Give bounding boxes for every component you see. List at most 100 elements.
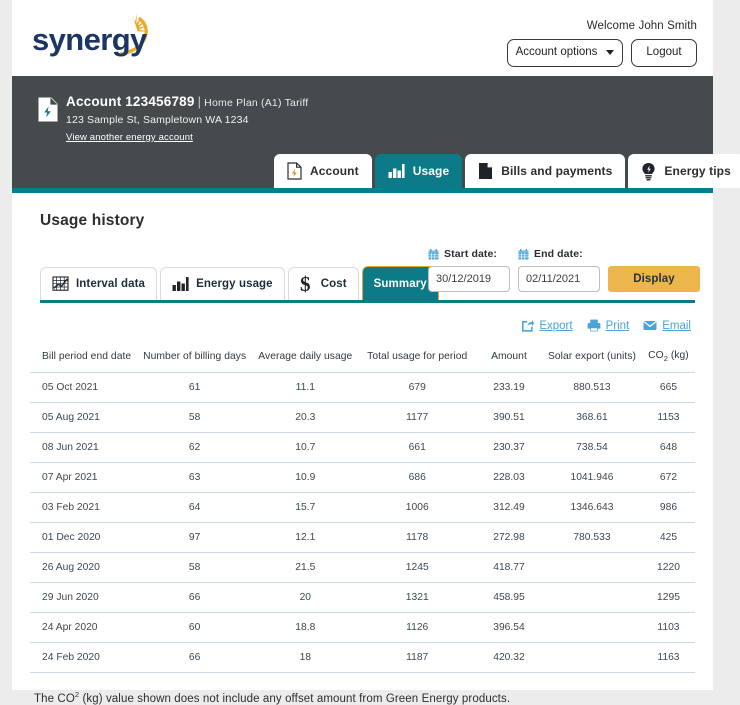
- email-link[interactable]: Email: [643, 319, 691, 332]
- sub-tab-interval-data[interactable]: Interval data: [40, 267, 158, 300]
- synergy-logo[interactable]: synergy: [26, 10, 166, 66]
- calendar-icon: [428, 248, 439, 259]
- cell-solar-export: [541, 642, 642, 674]
- nav-tab-energy-tips-label: Energy tips: [664, 164, 731, 178]
- cell-amount: 420.32: [476, 642, 542, 674]
- cell-co2: 665: [641, 372, 695, 403]
- chevron-down-icon: [606, 50, 615, 56]
- cell-total-usage-for-period: 1126: [358, 612, 476, 643]
- cell-amount: 312.49: [476, 492, 542, 523]
- cell-amount: 418.77: [476, 552, 542, 583]
- document-bolt-icon: [287, 162, 302, 180]
- cell-total-usage-for-period: 1006: [358, 492, 476, 523]
- co2-prefix: CO: [648, 350, 664, 361]
- cell-amount: 230.37: [476, 432, 542, 463]
- nav-tab-account[interactable]: Account: [274, 154, 372, 188]
- cell-amount: 390.51: [476, 402, 542, 433]
- col-co2-kg: CO2 (kg): [642, 345, 695, 373]
- cell-number-of-billing-days: 66: [137, 582, 253, 613]
- table-actions: Export Print Email: [30, 319, 691, 332]
- cell-average-daily-usage: 12.1: [252, 522, 359, 553]
- date-range-controls: Start date: End date:: [428, 248, 700, 292]
- cell-average-daily-usage: 11.1: [252, 372, 359, 403]
- welcome-text: Welcome John Smith: [586, 20, 697, 32]
- table-row: 29 Jun 2020 66 20 1321 458.95 1295: [30, 582, 695, 613]
- cell-amount: 458.95: [476, 582, 542, 613]
- account-label: Account: [66, 94, 122, 109]
- logo-wordmark: synergy: [32, 22, 148, 57]
- cell-total-usage-for-period: 679: [358, 372, 476, 403]
- start-date-field: Start date:: [428, 248, 510, 292]
- account-separator: |: [197, 94, 202, 109]
- table-row: 08 Jun 2021 62 10.7 661 230.37 738.54 648: [30, 432, 695, 463]
- end-date-field: End date:: [518, 248, 600, 292]
- cell-co2: 1220: [641, 552, 695, 583]
- view-another-account-link[interactable]: View another energy account: [66, 132, 193, 143]
- cell-bill-period-end-date: 05 Aug 2021: [30, 402, 138, 433]
- table-row: 24 Feb 2020 66 18 1187 420.32 1163: [30, 642, 695, 674]
- cell-bill-period-end-date: 08 Jun 2021: [30, 432, 138, 463]
- end-date-label: End date:: [534, 248, 583, 260]
- col-total-usage-for-period: Total usage for period: [367, 351, 468, 363]
- calendar-icon: [518, 248, 529, 259]
- sub-tab-energy-usage-label: Energy usage: [196, 278, 273, 290]
- co2-suffix: (kg): [667, 350, 689, 361]
- account-tariff: Home Plan (A1) Tariff: [204, 97, 309, 109]
- cell-number-of-billing-days: 66: [137, 642, 253, 674]
- start-date-input[interactable]: [428, 266, 510, 292]
- page-container: synergy Welcome John Smith Account optio…: [12, 0, 740, 705]
- col-bill-period-end-date: Bill period end date: [42, 351, 132, 363]
- cell-solar-export: [541, 552, 642, 583]
- export-label: Export: [539, 319, 573, 332]
- print-link[interactable]: Print: [587, 319, 629, 332]
- top-header: synergy Welcome John Smith Account optio…: [12, 0, 713, 76]
- cell-solar-export: 1346.643: [541, 492, 642, 523]
- cell-average-daily-usage: 10.9: [252, 462, 359, 493]
- cell-solar-export: 738.54: [541, 432, 642, 463]
- display-button[interactable]: Display: [608, 266, 700, 292]
- table-row: 24 Apr 2020 60 18.8 1126 396.54 1103: [30, 612, 695, 643]
- table-header-row: Bill period end date Number of billing d…: [30, 345, 695, 373]
- footnote-prefix: The CO: [34, 692, 75, 705]
- usage-history-table: Bill period end date Number of billing d…: [30, 345, 695, 674]
- cell-amount: 396.54: [476, 612, 542, 643]
- logout-label: Logout: [646, 46, 682, 58]
- cell-co2: 425: [641, 522, 695, 553]
- table-row: 05 Oct 2021 61 11.1 679 233.19 880.513 665: [30, 372, 695, 403]
- sub-tab-energy-usage[interactable]: Energy usage: [160, 267, 285, 300]
- cell-bill-period-end-date: 24 Apr 2020: [30, 612, 138, 643]
- grid-chart-icon: [52, 276, 69, 291]
- cell-average-daily-usage: 15.7: [252, 492, 359, 523]
- cell-solar-export: 780.533: [541, 522, 642, 553]
- cell-amount: 233.19: [476, 372, 542, 403]
- lightbulb-icon: [642, 162, 656, 180]
- sub-tab-cost[interactable]: $ Cost: [287, 267, 359, 300]
- end-date-label-row: End date:: [518, 248, 600, 260]
- cell-bill-period-end-date: 03 Feb 2021: [30, 492, 138, 523]
- cell-number-of-billing-days: 61: [137, 372, 253, 403]
- bar-chart-icon: [388, 164, 405, 178]
- nav-tab-energy-tips[interactable]: Energy tips: [628, 154, 740, 188]
- start-date-label-row: Start date:: [428, 248, 510, 260]
- cell-solar-export: 1041.946: [541, 462, 642, 493]
- nav-tab-usage[interactable]: Usage: [374, 154, 463, 188]
- table-row: 05 Aug 2021 58 20.3 1177 390.51 368.61 1153: [30, 402, 695, 433]
- cell-total-usage-for-period: 661: [358, 432, 476, 463]
- cell-number-of-billing-days: 62: [137, 432, 253, 463]
- col-amount: Amount: [491, 351, 527, 363]
- nav-tab-account-label: Account: [310, 164, 359, 178]
- cell-total-usage-for-period: 1177: [358, 402, 476, 433]
- account-options-button[interactable]: Account options: [507, 39, 623, 67]
- dollar-icon: $: [300, 274, 311, 294]
- end-date-input[interactable]: [518, 266, 600, 292]
- account-number: 123456789: [125, 94, 195, 109]
- export-link[interactable]: Export: [521, 319, 573, 332]
- logout-button[interactable]: Logout: [631, 39, 697, 67]
- nav-tab-bills-and-payments[interactable]: Bills and payments: [465, 154, 626, 188]
- cell-total-usage-for-period: 686: [358, 462, 476, 493]
- cell-solar-export: 368.61: [541, 402, 642, 433]
- table-row: 07 Apr 2021 63 10.9 686 228.03 1041.946 672: [30, 462, 695, 493]
- col-number-of-billing-days: Number of billing days: [143, 351, 247, 363]
- sub-tab-summary-label: Summary: [373, 277, 427, 290]
- cell-total-usage-for-period: 1321: [358, 582, 476, 613]
